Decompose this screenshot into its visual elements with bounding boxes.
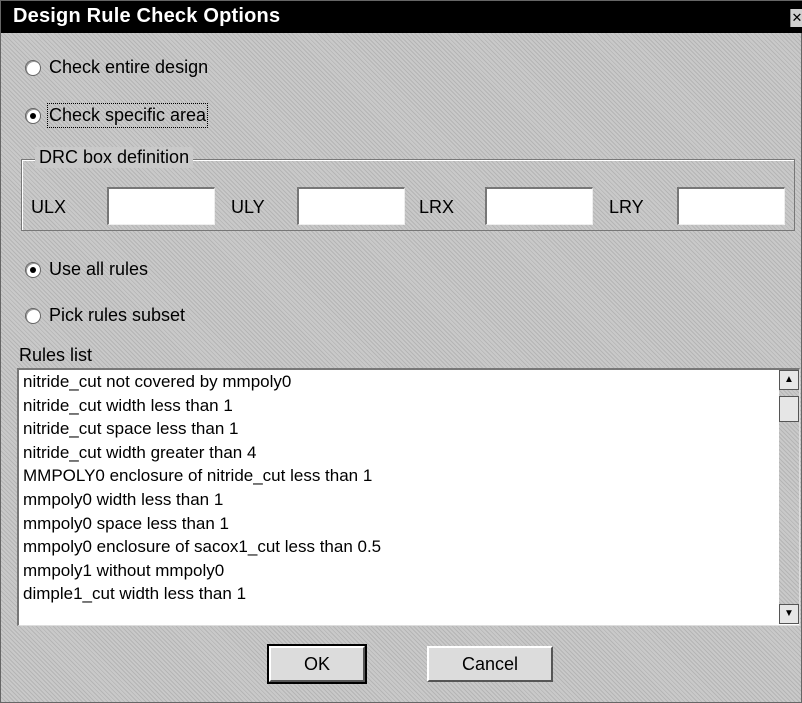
pick-rules-subset-label: Pick rules subset — [49, 305, 186, 325]
list-item[interactable]: mmpoly0 width less than 1 — [19, 488, 799, 512]
cancel-button[interactable]: Cancel — [427, 646, 553, 682]
drc-box-title: DRC box definition — [35, 147, 194, 168]
down-arrow-icon[interactable]: ▼ — [779, 604, 799, 624]
ok-button[interactable]: OK — [267, 644, 367, 684]
scroll-thumb[interactable] — [779, 396, 799, 422]
list-item[interactable]: mmpoly0 space less than 1 — [19, 512, 799, 536]
ulx-input[interactable] — [107, 187, 215, 225]
radio-check-specific-area[interactable]: Check specific area — [25, 103, 209, 128]
check-specific-area-label: Check specific area — [46, 103, 209, 128]
radio-check-entire-design[interactable]: Check entire design — [25, 57, 208, 78]
close-icon[interactable]: ✕ — [790, 9, 802, 27]
window-title: Design Rule Check Options — [13, 5, 281, 27]
lry-label: LRY — [609, 197, 644, 217]
drc-options-dialog: Design Rule Check Options ✕ Check entire… — [0, 0, 802, 703]
lrx-label: LRX — [419, 197, 455, 217]
ulx-label: ULX — [31, 197, 67, 217]
lry-input[interactable] — [677, 187, 785, 225]
list-item[interactable]: nitride_cut not covered by mmpoly0 — [19, 370, 799, 394]
radio-selected-icon — [25, 107, 41, 124]
title-bar[interactable]: Design Rule Check Options ✕ — [1, 1, 802, 33]
uly-input[interactable] — [297, 187, 405, 225]
list-item[interactable]: nitride_cut width less than 1 — [19, 394, 799, 418]
radio-use-all-rules[interactable]: Use all rules — [25, 259, 148, 280]
radio-icon — [25, 59, 41, 76]
radio-selected-icon — [25, 261, 41, 278]
up-arrow-icon[interactable]: ▲ — [779, 370, 799, 390]
list-item[interactable]: dimple1_cut width less than 1 — [19, 582, 799, 606]
list-item[interactable]: nitride_cut space less than 1 — [19, 417, 799, 441]
lrx-input[interactable] — [485, 187, 593, 225]
uly-label: ULY — [231, 197, 265, 217]
list-item[interactable]: MMPOLY0 enclosure of nitride_cut less th… — [19, 464, 799, 488]
rules-scrollbar[interactable]: ▲ ▼ — [779, 370, 799, 624]
check-entire-design-label: Check entire design — [49, 57, 209, 77]
list-item[interactable]: nitride_cut width greater than 4 — [19, 441, 799, 465]
use-all-rules-label: Use all rules — [49, 259, 149, 279]
radio-pick-rules-subset[interactable]: Pick rules subset — [25, 305, 185, 326]
list-item[interactable]: mmpoly0 enclosure of sacox1_cut less tha… — [19, 535, 799, 559]
rules-list: nitride_cut not covered by mmpoly0 nitri… — [19, 370, 799, 606]
rules-list-title: Rules list — [19, 345, 93, 365]
list-item[interactable]: mmpoly1 without mmpoly0 — [19, 559, 799, 583]
rules-listbox[interactable]: nitride_cut not covered by mmpoly0 nitri… — [17, 368, 800, 626]
radio-icon — [25, 307, 41, 324]
